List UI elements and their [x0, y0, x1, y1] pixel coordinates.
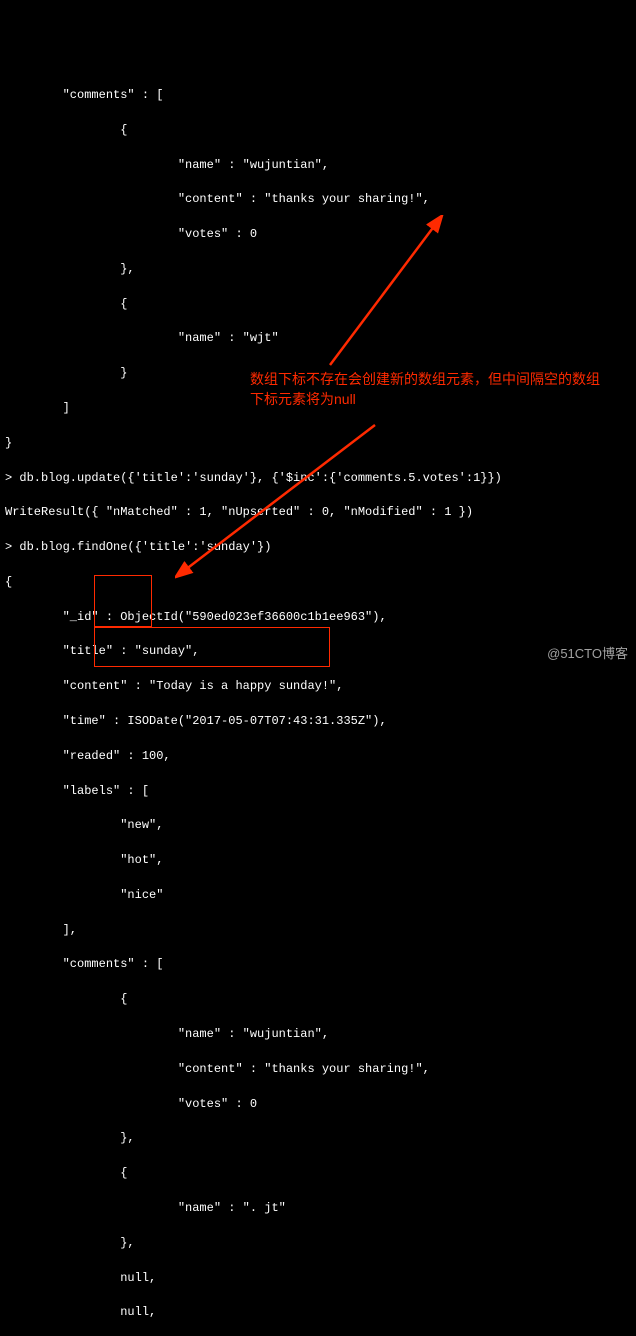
code-line: "comments" : [: [5, 956, 636, 973]
code-line: {: [5, 991, 636, 1008]
code-line: "time" : ISODate("2017-05-07T07:43:31.33…: [5, 713, 636, 730]
annotation-line-2: 下标元素将为null: [250, 391, 356, 407]
code-line: "nice": [5, 887, 636, 904]
highlight-box-nulls: [94, 575, 152, 627]
highlight-box-votes: [94, 627, 330, 667]
code-line: "name" : "wjt": [5, 330, 636, 347]
code-line: null,: [5, 1270, 636, 1287]
code-line: null,: [5, 1304, 636, 1321]
annotation-line-1: 数组下标不存在会创建新的数组元素，但中间隔空的数组: [250, 371, 600, 387]
code-line: },: [5, 261, 636, 278]
code-line: "comments" : [: [5, 87, 636, 104]
code-line: },: [5, 1130, 636, 1147]
code-line: "name" : "wujuntian",: [5, 1026, 636, 1043]
code-line: },: [5, 1235, 636, 1252]
code-line: }: [5, 435, 636, 452]
result-line: WriteResult({ "nMatched" : 1, "nUpserted…: [5, 504, 636, 521]
code-line: "votes" : 0: [5, 1096, 636, 1113]
code-line: {: [5, 1165, 636, 1182]
code-line: "content" : "thanks your sharing!",: [5, 191, 636, 208]
prompt-line[interactable]: > db.blog.update({'title':'sunday'}, {'$…: [5, 470, 636, 487]
code-line: "content" : "Today is a happy sunday!",: [5, 678, 636, 695]
annotation-text: 数组下标不存在会创建新的数组元素，但中间隔空的数组 下标元素将为null: [250, 370, 630, 409]
watermark: @51CTO博客: [547, 645, 628, 664]
code-line: "hot",: [5, 852, 636, 869]
code-line: ],: [5, 922, 636, 939]
code-line: {: [5, 122, 636, 139]
code-line: "readed" : 100,: [5, 748, 636, 765]
code-line: "content" : "thanks your sharing!",: [5, 1061, 636, 1078]
code-line: {: [5, 296, 636, 313]
prompt-line[interactable]: > db.blog.findOne({'title':'sunday'}): [5, 539, 636, 556]
code-line: "votes" : 0: [5, 226, 636, 243]
code-line: "new",: [5, 817, 636, 834]
code-line: "name" : "wujuntian",: [5, 157, 636, 174]
code-line: "labels" : [: [5, 783, 636, 800]
code-line: "name" : ". jt": [5, 1200, 636, 1217]
